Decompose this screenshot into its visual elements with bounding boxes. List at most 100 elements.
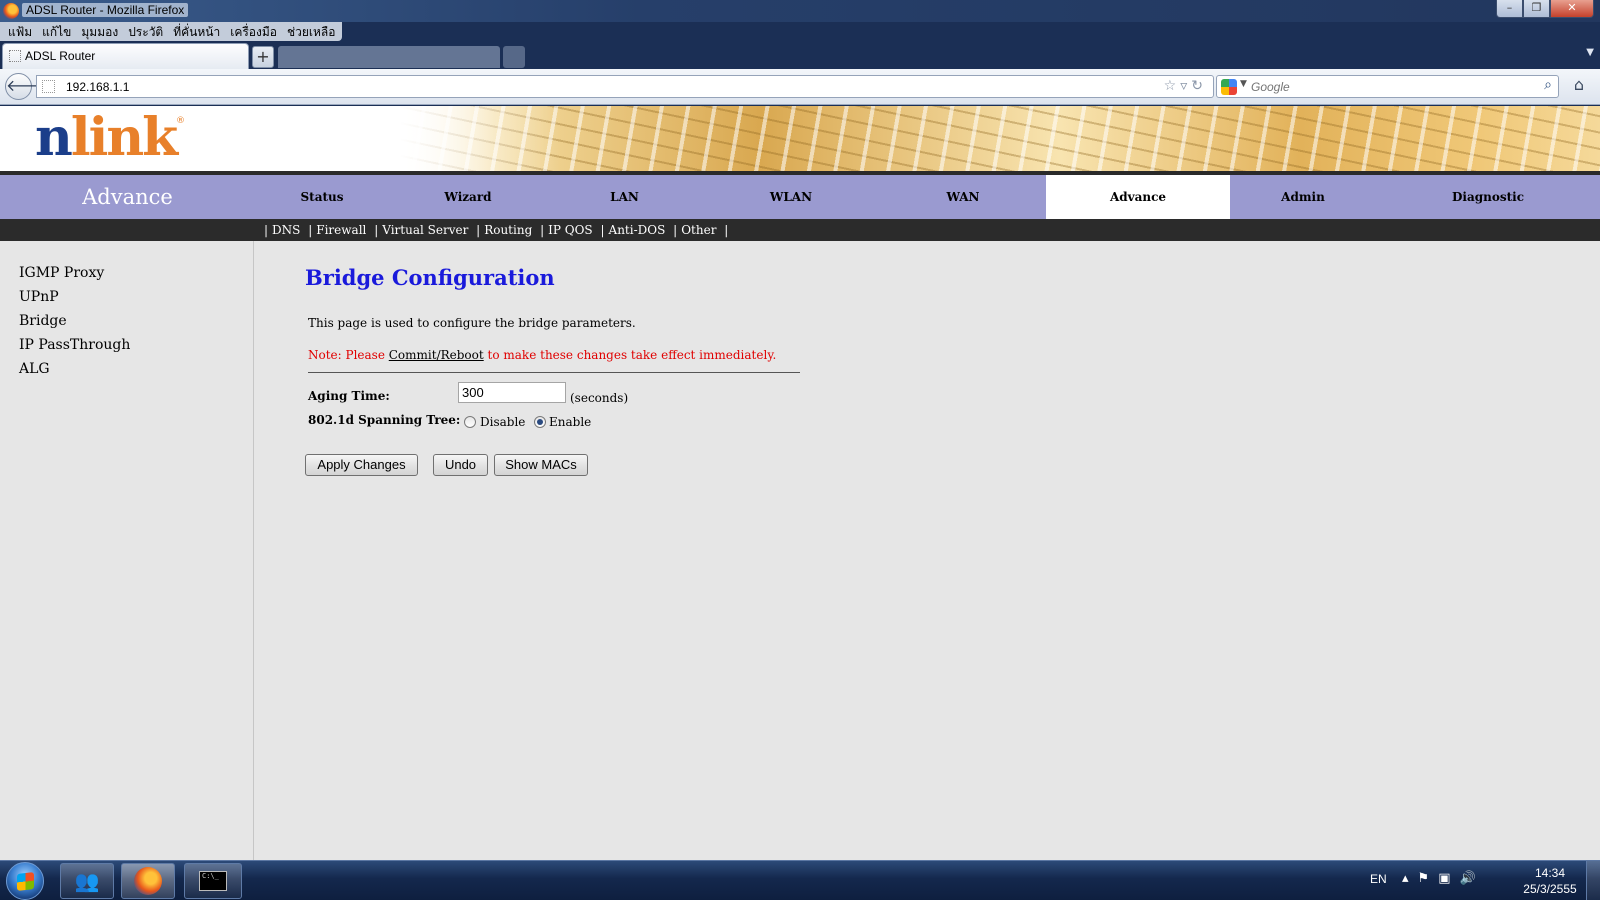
background-tab-small[interactable] (503, 46, 525, 68)
clock-time: 14:34 (1534, 866, 1566, 880)
google-engine-icon[interactable] (1221, 79, 1237, 95)
sidebar-item-alg[interactable]: ALG (19, 361, 50, 377)
aging-time-label: Aging Time: (308, 389, 390, 403)
menu-tools[interactable]: เครื่องมือ (226, 22, 283, 41)
content-divider (308, 372, 800, 373)
menu-help[interactable]: ช่วยเหลือ (283, 22, 342, 41)
subnav-routing[interactable]: Routing (484, 223, 532, 237)
home-button[interactable]: ⌂ (1566, 75, 1592, 98)
url-text[interactable]: 192.168.1.1 (66, 80, 129, 94)
menu-history[interactable]: ประวัติ (124, 22, 169, 41)
subnav-dns[interactable]: DNS (272, 223, 300, 237)
page-banner: nlink ® (0, 106, 1600, 171)
aging-time-input[interactable] (458, 382, 566, 403)
network-icon[interactable]: ▣ (1438, 871, 1459, 886)
firefox-taskbar-icon (134, 867, 162, 895)
page-title: Bridge Configuration (305, 265, 555, 290)
background-tab[interactable] (278, 46, 500, 68)
windows-logo-icon (17, 872, 34, 891)
reload-icon[interactable]: ↻ (1191, 78, 1207, 94)
nav-wan[interactable]: WAN (880, 175, 1046, 219)
clock[interactable]: 14:34 25/3/2555 (1520, 865, 1580, 897)
action-center-flag-icon[interactable]: ⚑ (1418, 871, 1439, 886)
taskbar-messenger[interactable]: 👥 (60, 863, 114, 899)
spanning-tree-label: 802.1d Spanning Tree: (308, 413, 461, 427)
tab-strip: ADSL Router + ▼ (0, 43, 1600, 69)
maximize-button[interactable]: ❐ (1523, 0, 1550, 18)
close-button[interactable]: ✕ (1550, 0, 1594, 18)
subnav-anti-dos[interactable]: Anti-DOS (609, 223, 666, 237)
site-identity-icon[interactable] (42, 80, 55, 93)
show-hidden-icons-icon[interactable]: ▴ (1402, 871, 1418, 886)
system-tray: EN ▴⚑▣🔊 14:34 25/3/2555 (1370, 861, 1600, 900)
sidebar-item-igmp-proxy[interactable]: IGMP Proxy (19, 265, 104, 281)
users-icon: 👥 (74, 869, 100, 893)
router-page: nlink ® Advance Status Wizard LAN WLAN W… (0, 106, 1600, 860)
show-desktop-button[interactable] (1586, 861, 1600, 900)
home-icon: ⌂ (1573, 75, 1585, 94)
commit-reboot-link[interactable]: Commit/Reboot (389, 348, 484, 362)
menu-bookmarks[interactable]: ที่คั่นหน้า (169, 22, 226, 41)
section-title: Advance (82, 185, 173, 209)
start-button[interactable] (6, 862, 44, 900)
menu-view[interactable]: มุมมอง (77, 22, 124, 41)
volume-icon[interactable]: 🔊 (1459, 871, 1484, 886)
subnav-other[interactable]: Other (681, 223, 716, 237)
nav-lan[interactable]: LAN (547, 175, 702, 219)
terminal-icon: C:\_ (199, 871, 227, 891)
nav-wlan[interactable]: WLAN (702, 175, 880, 219)
window-controls: – ❐ ✕ (1496, 0, 1594, 18)
back-button[interactable]: 🡐 (5, 73, 49, 100)
subnav-firewall[interactable]: Firewall (316, 223, 366, 237)
page-description: This page is used to configure the bridg… (308, 316, 636, 330)
menu-file[interactable]: แฟ้ม (4, 22, 38, 41)
tab-list-chevron-icon[interactable]: ▼ (1586, 47, 1594, 58)
page-favicon-icon (9, 50, 21, 62)
tab-label: ADSL Router (25, 49, 96, 63)
sidebar-item-upnp[interactable]: UPnP (19, 289, 59, 305)
taskbar-firefox[interactable] (121, 863, 175, 899)
nav-advance[interactable]: Advance (1046, 175, 1230, 219)
search-icon[interactable]: ⌕ (1544, 77, 1552, 93)
url-bar[interactable]: 192.168.1.1 ☆▿↻ (36, 75, 1214, 98)
sub-nav: | DNS | Firewall | Virtual Server | Routing … (0, 219, 1600, 241)
sidebar-item-ip-passthrough[interactable]: IP PassThrough (19, 337, 130, 353)
sidebar-item-bridge[interactable]: Bridge (19, 313, 67, 329)
tab-adsl-router[interactable]: ADSL Router (2, 43, 249, 69)
subnav-virtual-server[interactable]: Virtual Server (382, 223, 468, 237)
firefox-icon (3, 3, 19, 19)
window-titlebar: ADSL Router - Mozilla Firefox – ❐ ✕ (0, 0, 1600, 22)
nav-wizard[interactable]: Wizard (389, 175, 547, 219)
engine-dropdown-icon[interactable]: ▼ (1240, 79, 1247, 89)
window-title: ADSL Router - Mozilla Firefox (22, 3, 189, 17)
taskbar-command-prompt[interactable]: C:\_ (184, 863, 242, 899)
language-indicator[interactable]: EN (1370, 872, 1387, 886)
subnav-ip-qos[interactable]: IP QOS (548, 223, 593, 237)
registered-mark: ® (176, 116, 185, 126)
navigation-bar: 🡐 192.168.1.1 ☆▿↻ ▼ ⌕ ⌂ (0, 69, 1600, 105)
history-dropdown-icon[interactable]: ▿ (1180, 78, 1191, 94)
show-macs-button[interactable]: Show MACs (494, 454, 588, 476)
menu-bar: แฟ้ม แก้ไข มุมมอง ประวัติ ที่คั่นหน้า เค… (0, 22, 342, 41)
commit-note: Note: Please Commit/Reboot to make these… (308, 348, 777, 362)
stp-disable-radio[interactable] (464, 416, 476, 428)
new-tab-button[interactable]: + (252, 46, 274, 68)
stp-disable-label: Disable (480, 415, 526, 429)
bookmark-star-icon[interactable]: ☆ (1164, 78, 1181, 94)
undo-button[interactable]: Undo (433, 454, 488, 476)
stp-enable-label: Enable (549, 415, 592, 429)
nav-diagnostic[interactable]: Diagnostic (1376, 175, 1600, 219)
apply-changes-button[interactable]: Apply Changes (305, 454, 418, 476)
aging-time-unit: (seconds) (570, 391, 629, 405)
tray-icons: ▴⚑▣🔊 (1402, 871, 1485, 886)
nav-status[interactable]: Status (255, 175, 389, 219)
minimize-button[interactable]: – (1496, 0, 1523, 18)
main-content: Bridge Configuration This page is used t… (255, 241, 1600, 860)
nlink-logo: nlink (35, 107, 178, 168)
nav-admin[interactable]: Admin (1230, 175, 1376, 219)
search-input[interactable] (1251, 79, 1521, 95)
main-nav: Advance Status Wizard LAN WLAN WAN Advan… (0, 175, 1600, 219)
stp-enable-radio[interactable] (534, 416, 546, 428)
clock-date: 25/3/2555 (1523, 882, 1577, 896)
menu-edit[interactable]: แก้ไข (38, 22, 77, 41)
